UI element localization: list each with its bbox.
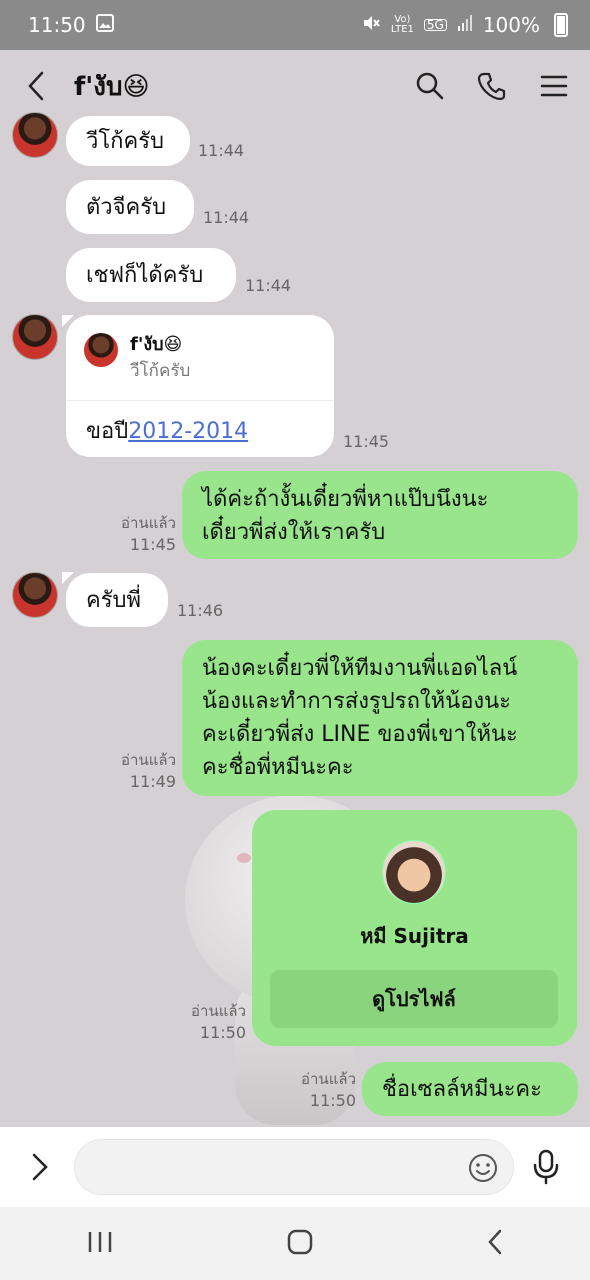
read-receipt: อ่านแล้ว — [301, 1070, 356, 1088]
message-time: 11:45 — [129, 535, 176, 554]
message-meta: อ่านแล้ว 11:49 — [100, 749, 176, 793]
message-line: เดี๋ยวพี่ส่งให้เราครับ — [202, 520, 386, 545]
contact-share-card[interactable]: หมี Sujitra ดูโปรไฟล์ — [252, 810, 577, 1046]
sender-avatar[interactable] — [12, 572, 58, 618]
message-bubble-incoming[interactable]: ครับพี่ — [66, 573, 168, 627]
quoted-message[interactable]: f'งับ😆 วีโก้ครับ — [66, 315, 334, 401]
reply-message-card[interactable]: f'งับ😆 วีโก้ครับ ขอปี2012-2014 — [66, 315, 334, 457]
gallery-notification-icon — [95, 14, 114, 36]
quoted-avatar — [84, 333, 118, 367]
message-line: คะเดี๋ยวพี่ส่ง LINE ของพี่เขาให้นะ — [202, 722, 518, 747]
message-time: 11:50 — [309, 1091, 356, 1110]
reply-text: ขอปี — [86, 419, 129, 444]
battery-icon — [554, 13, 568, 37]
system-navigation-bar — [0, 1207, 590, 1280]
message-line: ได้ค่ะถ้างั้นเดี๋ยวพี่หาแป๊บนึงนะ — [202, 487, 489, 512]
message-time: 11:44 — [245, 276, 292, 295]
read-receipt: อ่านแล้ว — [121, 514, 176, 532]
sender-avatar[interactable] — [12, 112, 58, 158]
message-meta: อ่านแล้ว 11:45 — [100, 512, 176, 556]
reply-link[interactable]: 2012-2014 — [128, 419, 248, 444]
call-icon[interactable] — [476, 70, 508, 102]
message-bubble-incoming[interactable]: วีโก้ครับ — [66, 116, 190, 166]
header-actions — [414, 70, 570, 102]
chat-title: f'งับ😆 — [74, 71, 150, 102]
signal-icon — [457, 13, 473, 37]
recent-apps-icon[interactable] — [85, 1229, 115, 1259]
message-bubble-incoming[interactable]: ตัวจีครับ — [66, 180, 194, 234]
message-bubble-outgoing[interactable]: ชื่อเซลล์หมีนะคะ — [362, 1062, 578, 1116]
quoted-sender-name: f'งับ😆 — [130, 334, 183, 355]
back-nav-icon[interactable] — [485, 1228, 505, 1260]
message-time: 11:46 — [177, 601, 224, 620]
message-meta: อ่านแล้ว 11:50 — [170, 1000, 246, 1044]
message-input-bar — [0, 1127, 590, 1207]
contact-avatar — [382, 840, 446, 904]
message-time: 11:44 — [203, 208, 250, 227]
quoted-text: วีโก้ครับ — [130, 361, 191, 381]
wallpaper-blush — [237, 853, 251, 863]
view-profile-button[interactable]: ดูโปรไฟล์ — [270, 970, 558, 1028]
message-meta: อ่านแล้ว 11:50 — [280, 1068, 356, 1112]
message-text: ชื่อเซลล์หมีนะคะ — [382, 1076, 542, 1102]
home-icon[interactable] — [286, 1228, 314, 1260]
message-time: 11:50 — [199, 1023, 246, 1042]
reply-body: ขอปี2012-2014 — [86, 413, 248, 448]
emoji-icon[interactable] — [467, 1152, 499, 1184]
back-icon[interactable] — [20, 70, 52, 102]
battery-percent: 100% — [482, 13, 540, 37]
mute-icon — [361, 13, 381, 38]
message-text: เชฟก็ได้ครับ — [86, 262, 204, 288]
chat-header: f'งับ😆 — [0, 50, 590, 122]
message-text: วีโก้ครับ — [86, 128, 164, 154]
read-receipt: อ่านแล้ว — [121, 751, 176, 769]
message-line: น้องและทำการส่งรูปรถให้น้องนะ — [202, 689, 511, 714]
search-icon[interactable] — [414, 70, 446, 102]
message-line: คะชื่อพี่หมีนะคะ — [202, 755, 354, 780]
message-time: 11:49 — [129, 772, 176, 791]
status-left: 11:50 — [28, 13, 114, 37]
status-bar: 11:50 Vo) LTE1 5G 100% — [0, 0, 590, 50]
microphone-icon[interactable] — [526, 1147, 566, 1187]
read-receipt: อ่านแล้ว — [191, 1002, 246, 1020]
sender-avatar[interactable] — [12, 314, 58, 360]
contact-name: หมี Sujitra — [360, 924, 469, 948]
volte-label: Vo) LTE1 — [390, 14, 414, 35]
message-line: น้องคะเดี๋ยวพี่ให้ทีมงานพี่แอดไลน์ — [202, 656, 518, 681]
message-bubble-incoming[interactable]: เชฟก็ได้ครับ — [66, 248, 236, 302]
network-label: 5G — [423, 19, 447, 31]
message-time: 11:45 — [343, 432, 390, 451]
message-bubble-outgoing[interactable]: น้องคะเดี๋ยวพี่ให้ทีมงานพี่แอดไลน์ น้องแ… — [182, 640, 578, 796]
status-time: 11:50 — [28, 13, 86, 37]
message-text: ครับพี่ — [86, 587, 141, 613]
status-right: Vo) LTE1 5G 100% — [361, 13, 568, 38]
expand-menu-icon[interactable] — [20, 1147, 60, 1187]
message-text: ตัวจีครับ — [86, 194, 167, 220]
message-input[interactable] — [74, 1139, 514, 1195]
message-time: 11:44 — [198, 141, 245, 160]
message-bubble-outgoing[interactable]: ได้ค่ะถ้างั้นเดี๋ยวพี่หาแป๊บนึงนะ เดี๋ยว… — [182, 471, 578, 559]
menu-icon[interactable] — [538, 70, 570, 102]
